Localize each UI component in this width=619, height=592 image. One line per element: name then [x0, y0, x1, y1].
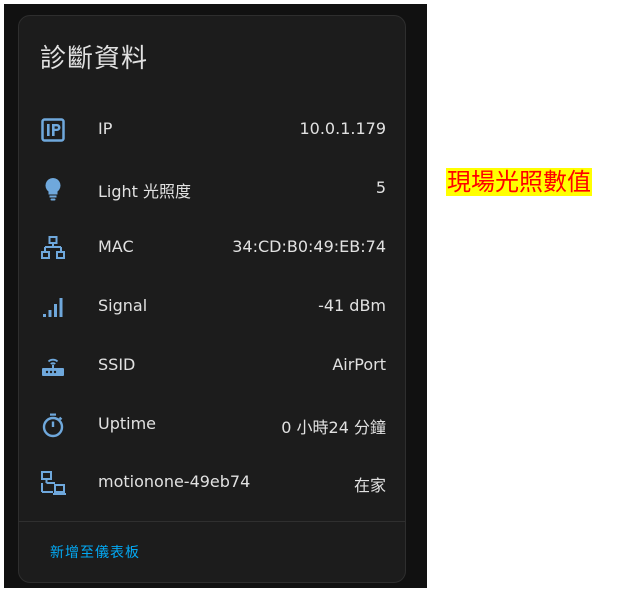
row-label: SSID — [98, 355, 136, 374]
row-label: MAC — [98, 237, 134, 256]
lightbulb-icon — [40, 176, 66, 202]
row-value: 5 — [375, 178, 386, 197]
lan-icon — [40, 470, 66, 496]
add-to-dashboard-button[interactable]: 新增至儀表板 — [50, 542, 140, 562]
row-ip[interactable]: IP 10.0.1.179 — [19, 109, 405, 149]
row-value: -41 dBm — [318, 296, 386, 315]
row-value: AirPort — [332, 355, 386, 374]
dashboard-background: 診斷資料 IP 10.0.1.179 Light 光照度 5 MAC 34:CD… — [4, 4, 427, 588]
row-label: motionone-49eb74 — [98, 472, 251, 491]
router-wifi-icon — [40, 353, 66, 379]
row-mac[interactable]: MAC 34:CD:B0:49:EB:74 — [19, 227, 405, 267]
timer-icon — [40, 412, 66, 438]
diagnostics-card: 診斷資料 IP 10.0.1.179 Light 光照度 5 MAC 34:CD… — [18, 15, 406, 583]
ip-icon — [40, 117, 66, 143]
network-icon — [40, 235, 66, 261]
row-device-tracker[interactable]: motionone-49eb74 在家 — [19, 462, 405, 502]
row-signal[interactable]: Signal -41 dBm — [19, 286, 405, 326]
row-light[interactable]: Light 光照度 5 — [19, 168, 405, 208]
row-uptime[interactable]: Uptime 0 小時24 分鐘 — [19, 404, 405, 444]
row-ssid[interactable]: SSID AirPort — [19, 345, 405, 385]
row-value: 在家 — [353, 476, 386, 495]
signal-icon — [40, 294, 66, 320]
row-label: Uptime — [98, 414, 157, 433]
row-label: Light 光照度 — [98, 182, 192, 201]
card-divider — [19, 521, 405, 522]
row-value: 0 小時24 分鐘 — [281, 418, 386, 437]
card-title: 診斷資料 — [40, 44, 149, 74]
row-value: 34:CD:B0:49:EB:74 — [232, 237, 386, 256]
row-label: IP — [98, 119, 113, 138]
row-value: 10.0.1.179 — [299, 119, 386, 138]
row-label: Signal — [98, 296, 148, 315]
light-value-annotation: 現場光照數值 — [446, 168, 592, 196]
